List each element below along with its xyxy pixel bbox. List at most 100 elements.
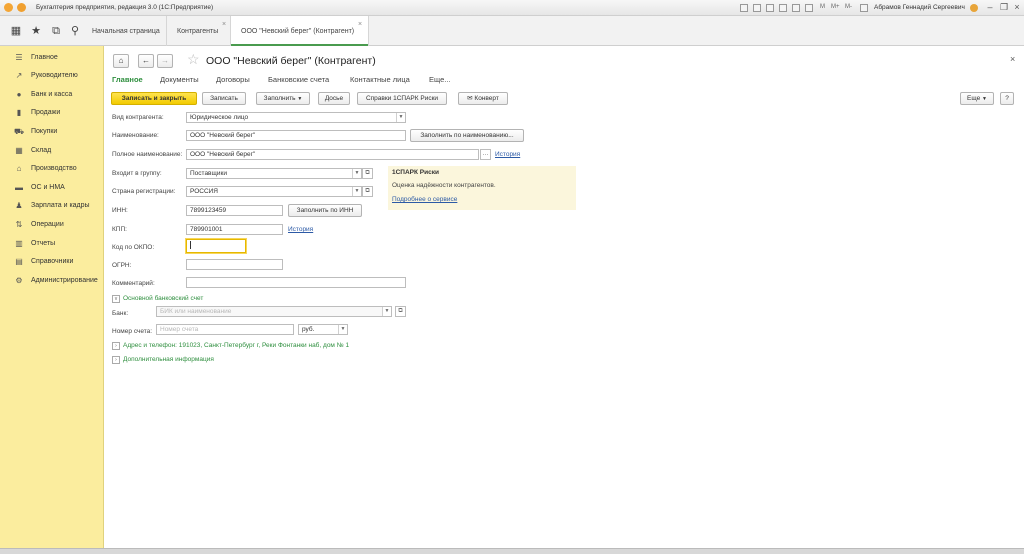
- name-input[interactable]: ООО "Невский берег": [186, 130, 406, 141]
- dropdown-arrow-icon[interactable]: ▼: [352, 187, 361, 196]
- tab-main[interactable]: Главное: [112, 75, 143, 84]
- account-input[interactable]: Номер счета: [156, 324, 294, 335]
- fullname-input[interactable]: ООО "Невский берег": [186, 149, 479, 160]
- more-label: Еще: [967, 95, 981, 102]
- info-icon[interactable]: [970, 4, 978, 12]
- comment-input[interactable]: [186, 277, 406, 288]
- help-button[interactable]: ?: [1000, 92, 1014, 105]
- sidebar-item-admin[interactable]: ⚙ Администрирование: [0, 273, 104, 291]
- tab-documents[interactable]: Документы: [160, 75, 199, 84]
- fill-by-inn-button[interactable]: Заполнить по ИНН: [288, 204, 362, 217]
- dropdown-arrow-icon[interactable]: ▼: [382, 307, 391, 316]
- ogrn-input[interactable]: [186, 259, 283, 270]
- group-select[interactable]: Поставщики ▼: [186, 168, 362, 179]
- tab-start-page[interactable]: Начальная страница: [82, 16, 167, 46]
- arrow-left-icon: ←: [142, 56, 150, 65]
- memory-icon[interactable]: M: [820, 4, 825, 10]
- spark-more-link[interactable]: Подробнее о сервисе: [392, 196, 457, 203]
- form-close-icon[interactable]: ×: [1010, 54, 1015, 64]
- tab-contacts[interactable]: Контактные лица: [350, 75, 410, 84]
- tab-counterparty-form[interactable]: ООО "Невский берег" (Контрагент) ×: [231, 16, 369, 47]
- menu-icon[interactable]: [17, 3, 26, 12]
- more-button[interactable]: Еще ▼: [960, 92, 994, 105]
- spark-reports-button[interactable]: Справки 1СПАРК Риски: [357, 92, 447, 105]
- window-close-icon[interactable]: ×: [1011, 2, 1023, 13]
- okpo-input[interactable]: [186, 239, 246, 253]
- back-button[interactable]: ←: [138, 54, 154, 68]
- doc-icon[interactable]: [740, 4, 748, 12]
- sidebar-item-production[interactable]: ⌂ Производство: [0, 161, 104, 179]
- tab-more[interactable]: Еще...: [429, 75, 451, 84]
- tab-close-icon[interactable]: ×: [222, 9, 226, 41]
- tab-contracts[interactable]: Договоры: [216, 75, 250, 84]
- dossier-button[interactable]: Досье: [318, 92, 350, 105]
- home-button[interactable]: ⌂: [113, 54, 129, 68]
- window-icon[interactable]: [860, 4, 868, 12]
- clipboard-icon[interactable]: [753, 4, 761, 12]
- kind-value: Юридическое лицо: [190, 114, 249, 121]
- sidebar-item-catalogs[interactable]: ▤ Справочники: [0, 254, 104, 272]
- expand-chevron-icon[interactable]: ›: [112, 342, 120, 350]
- bank-select[interactable]: БИК или наименование ▼: [156, 306, 392, 317]
- address-section[interactable]: Адрес и телефон: 191023, Санкт-Петербург…: [123, 342, 349, 349]
- home-icon: ⌂: [118, 56, 124, 65]
- memory-plus-icon[interactable]: M+: [831, 4, 840, 10]
- sidebar-item-purchases[interactable]: ⛟ Покупки: [0, 124, 104, 142]
- sidebar-item-reports[interactable]: ▥ Отчеты: [0, 236, 104, 254]
- app-logo-icon[interactable]: [4, 3, 13, 12]
- tab-bank-accounts[interactable]: Банковские счета: [268, 75, 329, 84]
- tab-close-icon[interactable]: ×: [358, 9, 362, 41]
- open-country-icon[interactable]: ⧉: [362, 186, 373, 197]
- inn-input[interactable]: 7899123459: [186, 205, 283, 216]
- chart-line-icon: ↗: [15, 71, 23, 80]
- expand-chevron-icon[interactable]: ›: [112, 356, 120, 364]
- bank-account-section[interactable]: Основной банковский счет: [123, 295, 203, 302]
- copy-icon[interactable]: [766, 4, 774, 12]
- print-icon[interactable]: [779, 4, 787, 12]
- collapse-chevron-icon[interactable]: v: [112, 295, 120, 303]
- memory-minus-icon[interactable]: M-: [845, 4, 852, 10]
- fullname-history-link[interactable]: История: [495, 151, 520, 158]
- kpp-input[interactable]: 789901001: [186, 224, 283, 235]
- sidebar-item-main[interactable]: ☰ Главное: [0, 50, 104, 68]
- favorite-star-icon[interactable]: ☆: [187, 52, 200, 66]
- apps-grid-icon[interactable]: ▦: [9, 24, 23, 38]
- sidebar-item-fixed-assets[interactable]: ▬ ОС и НМА: [0, 180, 104, 198]
- calendar-icon[interactable]: [805, 4, 813, 12]
- counterparty-form: ⌂ ← → ☆ ООО "Невский берег" (Контрагент)…: [104, 46, 1024, 548]
- kpp-history-link[interactable]: История: [288, 226, 313, 233]
- save-button[interactable]: Записать: [202, 92, 246, 105]
- dropdown-arrow-icon[interactable]: ▼: [352, 169, 361, 178]
- sidebar-item-salary[interactable]: ♟ Зарплата и кадры: [0, 198, 104, 216]
- open-group-icon[interactable]: ⧉: [362, 168, 373, 179]
- save-and-close-button[interactable]: Записать и закрыть: [111, 92, 197, 105]
- dropdown-arrow-icon[interactable]: ▼: [338, 325, 347, 334]
- restore-icon[interactable]: ❐: [998, 2, 1010, 13]
- search-icon[interactable]: ⚲: [68, 24, 82, 38]
- tab-counterparties[interactable]: Контрагенты ×: [167, 16, 231, 46]
- warehouse-icon: ▦: [15, 146, 23, 155]
- sidebar-item-operations[interactable]: ⇅ Операции: [0, 217, 104, 235]
- favorites-star-icon[interactable]: ★: [29, 24, 43, 38]
- fullname-label: Полное наименование:: [112, 151, 183, 158]
- sidebar-item-sales[interactable]: ▮ Продажи: [0, 105, 104, 123]
- open-bank-icon[interactable]: ⧉: [395, 306, 406, 317]
- sidebar-item-manager[interactable]: ↗ Руководителю: [0, 68, 104, 86]
- sidebar-item-bank[interactable]: ● Банк и касса: [0, 87, 104, 105]
- fill-button[interactable]: Заполнить ▼: [256, 92, 310, 105]
- dropdown-arrow-icon[interactable]: ▼: [396, 113, 405, 122]
- current-user[interactable]: Абрамов Геннадий Сергеевич: [874, 4, 965, 11]
- extra-info-section[interactable]: Дополнительная информация: [123, 356, 214, 363]
- kind-select[interactable]: Юридическое лицо ▼: [186, 112, 406, 123]
- envelope-button[interactable]: ✉ Конверт: [458, 92, 508, 105]
- forward-button[interactable]: →: [157, 54, 173, 68]
- country-select[interactable]: РОССИЯ ▼: [186, 186, 362, 197]
- sidebar-item-warehouse[interactable]: ▦ Склад: [0, 143, 104, 161]
- history-icon[interactable]: ⧉: [49, 24, 63, 38]
- currency-select[interactable]: руб. ▼: [298, 324, 348, 335]
- bag-icon: ▮: [16, 108, 22, 117]
- star-icon[interactable]: [792, 4, 800, 12]
- open-ellipsis-button[interactable]: …: [480, 149, 491, 160]
- fill-by-name-button[interactable]: Заполнить по наименованию...: [410, 129, 524, 142]
- minimize-icon[interactable]: –: [984, 2, 996, 13]
